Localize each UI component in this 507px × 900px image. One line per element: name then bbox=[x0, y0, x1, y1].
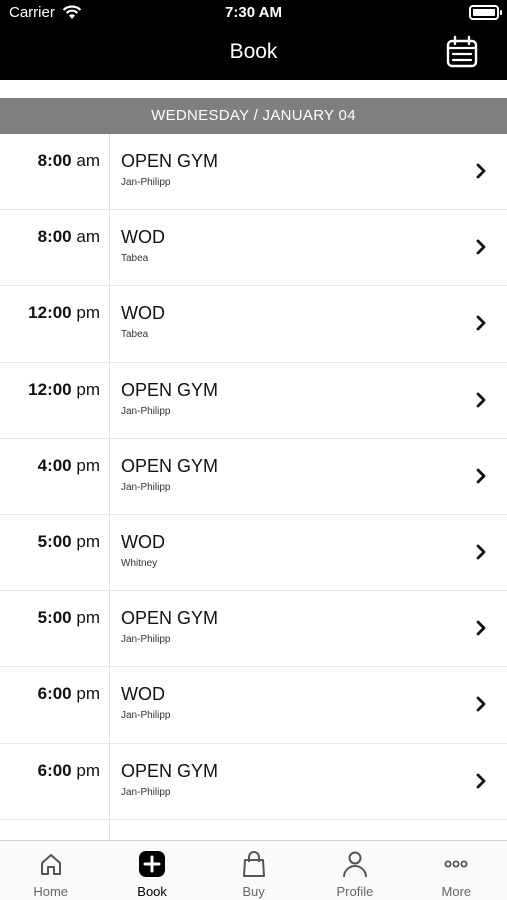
home-icon bbox=[40, 854, 61, 875]
class-time-value: 5:00 bbox=[37, 531, 72, 551]
tab-bar: Home Book Buy Profile More bbox=[0, 840, 507, 900]
class-time-value: 5:00 bbox=[37, 608, 72, 628]
chevron-right-icon bbox=[476, 696, 486, 712]
coach-name: Jan-Philipp bbox=[121, 481, 171, 493]
class-time-value: 4:00 bbox=[37, 455, 72, 475]
class-time: 12:00 pm bbox=[0, 303, 100, 323]
chevron-right-icon bbox=[476, 392, 486, 407]
chevron-right-icon bbox=[476, 773, 486, 788]
class-time-value: 8:00 bbox=[37, 151, 72, 170]
tab-home[interactable]: Home bbox=[0, 841, 101, 900]
class-name: WOD bbox=[121, 227, 165, 248]
coach-name: Jan-Philipp bbox=[121, 634, 171, 646]
chevron-right-icon bbox=[476, 468, 486, 484]
class-time-ampm: pm bbox=[76, 608, 100, 628]
class-time-value: 6:00 bbox=[37, 684, 72, 704]
class-name: OPEN GYM bbox=[121, 379, 219, 400]
tab-buy[interactable]: Buy bbox=[203, 841, 304, 900]
class-row[interactable]: 5:00 pm OPEN GYM Jan-Philipp bbox=[0, 591, 507, 668]
class-info: OPEN GYM Jan-Philipp bbox=[121, 761, 218, 798]
class-info: WOD Tabea bbox=[121, 303, 165, 340]
class-row[interactable]: 8:00 am OPEN GYM Jan-Philipp bbox=[0, 134, 507, 211]
coach-name: Jan-Philipp bbox=[121, 786, 171, 798]
coach-name: Whitney bbox=[121, 557, 158, 569]
status-bar: Carrier 7:30 AM bbox=[0, 0, 507, 26]
class-time-ampm: am bbox=[76, 227, 100, 247]
class-info: WOD Tabea bbox=[121, 227, 165, 264]
person-icon bbox=[342, 851, 367, 878]
tab-label: More bbox=[441, 884, 472, 899]
class-time-ampm: pm bbox=[76, 379, 100, 399]
chevron-right-icon bbox=[476, 163, 486, 179]
shopping-bag-icon bbox=[242, 851, 265, 877]
class-time: 12:00 pm bbox=[0, 380, 100, 400]
date-header: WEDNESDAY / JANUARY 04 bbox=[0, 98, 507, 134]
class-info: OPEN GYM Jan-Philipp bbox=[121, 608, 218, 645]
class-name: OPEN GYM bbox=[121, 760, 219, 781]
class-info: WOD Jan-Philipp bbox=[121, 684, 170, 721]
chevron-right-icon bbox=[476, 620, 486, 636]
class-time: 4:00 pm bbox=[0, 456, 100, 476]
class-row[interactable]: 4:00 pm OPEN GYM Jan-Philipp bbox=[0, 439, 507, 515]
chevron-right-icon bbox=[476, 239, 486, 255]
class-name: OPEN GYM bbox=[121, 151, 219, 171]
class-time-ampm: pm bbox=[76, 531, 100, 551]
class-time: 5:00 pm bbox=[0, 608, 100, 628]
chevron-right-icon bbox=[476, 544, 486, 560]
coach-name: Jan-Philipp bbox=[121, 710, 171, 722]
tab-label: Home bbox=[33, 884, 69, 899]
class-time-value: 12:00 bbox=[28, 303, 72, 323]
class-time: 6:00 pm bbox=[0, 684, 100, 704]
tab-label: Book bbox=[137, 884, 167, 899]
class-time-ampm: pm bbox=[76, 684, 100, 704]
schedule-list[interactable]: 8:00 am OPEN GYM Jan-Philipp 8:00 am WOD Tabe… bbox=[0, 134, 507, 840]
class-time-ampm: pm bbox=[76, 760, 100, 780]
coach-name: Jan-Philipp bbox=[121, 405, 171, 417]
class-name: OPEN GYM bbox=[121, 608, 219, 629]
class-time-ampm: pm bbox=[76, 303, 100, 323]
class-row-partial[interactable] bbox=[0, 820, 507, 840]
class-time: 8:00 am bbox=[0, 151, 100, 171]
class-time: 8:00 am bbox=[0, 227, 100, 247]
coach-name: Tabea bbox=[121, 253, 149, 265]
class-row[interactable]: 5:00 pm WOD Whitney bbox=[0, 515, 507, 592]
class-time: 5:00 pm bbox=[0, 532, 100, 552]
class-info: OPEN GYM Jan-Philipp bbox=[121, 380, 218, 417]
class-info: OPEN GYM Jan-Philipp bbox=[121, 456, 218, 493]
class-row[interactable]: 8:00 am WOD Tabea bbox=[0, 210, 507, 287]
class-time-value: 12:00 bbox=[28, 379, 72, 399]
class-row[interactable]: 12:00 pm OPEN GYM Jan-Philipp bbox=[0, 363, 507, 439]
tab-label: Buy bbox=[242, 884, 265, 899]
class-time-ampm: pm bbox=[76, 455, 100, 475]
class-time-value: 8:00 bbox=[37, 227, 72, 247]
chevron-right-icon bbox=[476, 315, 486, 331]
class-time: 6:00 pm bbox=[0, 761, 100, 781]
coach-name: Tabea bbox=[121, 329, 149, 341]
plus-square-icon bbox=[139, 851, 166, 877]
class-info: OPEN GYM Jan-Philipp bbox=[121, 151, 218, 188]
tab-label: Profile bbox=[336, 884, 374, 899]
coach-name: Jan-Philipp bbox=[121, 177, 171, 188]
tab-book[interactable]: Book bbox=[101, 841, 202, 900]
battery-icon bbox=[469, 5, 502, 20]
class-time-ampm: am bbox=[76, 151, 100, 170]
page-title: Book bbox=[229, 40, 278, 63]
class-info: WOD Whitney bbox=[121, 532, 165, 569]
calendar-icon[interactable] bbox=[445, 35, 479, 69]
class-name: WOD bbox=[121, 684, 165, 705]
class-row[interactable]: 6:00 pm WOD Jan-Philipp bbox=[0, 667, 507, 744]
ellipsis-icon bbox=[444, 860, 468, 868]
class-name: WOD bbox=[121, 531, 165, 552]
class-row[interactable]: 12:00 pm WOD Tabea bbox=[0, 286, 507, 363]
nav-bar: Book bbox=[0, 26, 507, 80]
class-time-value: 6:00 bbox=[37, 760, 72, 780]
class-name: OPEN GYM bbox=[121, 455, 219, 476]
tab-profile[interactable]: Profile bbox=[304, 841, 405, 900]
clock: 7:30 AM bbox=[225, 4, 282, 21]
tab-more[interactable]: More bbox=[406, 841, 507, 900]
class-row[interactable]: 6:00 pm OPEN GYM Jan-Philipp bbox=[0, 744, 507, 820]
class-name: WOD bbox=[121, 303, 165, 324]
